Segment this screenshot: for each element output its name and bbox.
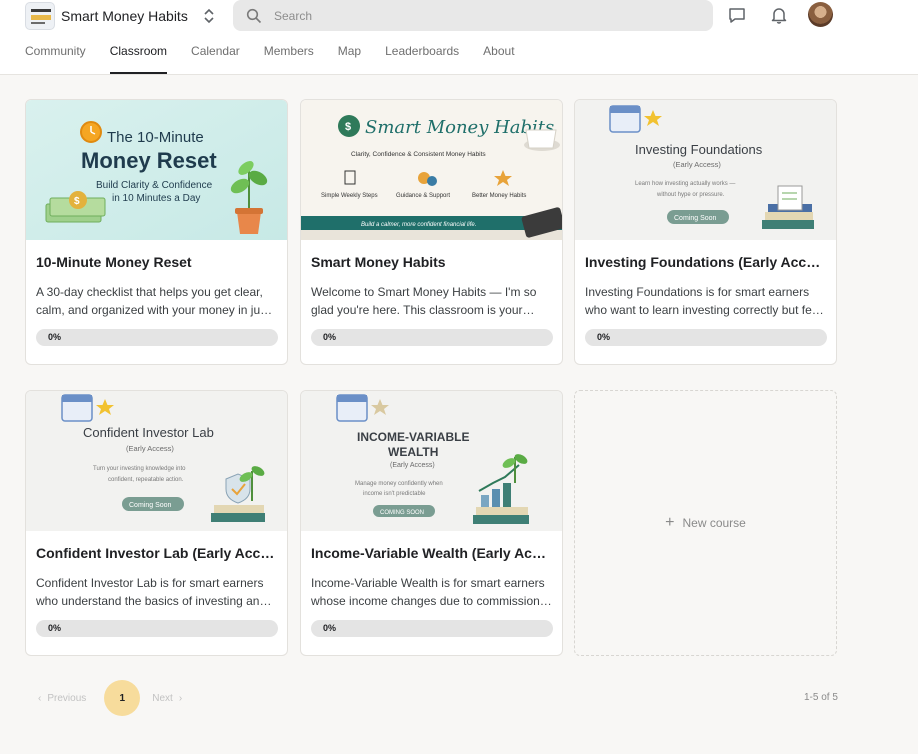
thumb-text: COMING SOON: [380, 510, 424, 516]
course-description-line: whose income changes due to commission…: [311, 594, 552, 608]
thumb-text: Simple Weekly Steps: [321, 193, 378, 199]
page-1-button[interactable]: 1: [104, 680, 141, 716]
thumb-text: income isn't predictable: [363, 491, 426, 497]
course-title[interactable]: Confident Investor Lab (Early Access): [36, 545, 278, 561]
thumb-text: Investing Foundations: [635, 142, 763, 157]
course-thumbnail: INCOME-VARIABLE WEALTH (Early Access) Ma…: [301, 391, 562, 531]
course-title[interactable]: 10-Minute Money Reset: [36, 254, 278, 270]
tab-community[interactable]: Community: [25, 44, 86, 74]
course-thumbnail: Investing Foundations (Early Access) Lea…: [575, 100, 836, 240]
thumb-text: Better Money Habits: [472, 193, 526, 199]
course-thumbnail: Confident Investor Lab (Early Access) Tu…: [26, 391, 287, 531]
thumb-text: Coming Soon: [674, 215, 717, 222]
course-title[interactable]: Investing Foundations (Early Access): [585, 254, 827, 270]
search-input[interactable]: [274, 8, 674, 23]
thumb-text: Money Reset: [81, 148, 217, 173]
community-name[interactable]: Smart Money Habits: [61, 8, 188, 24]
search-icon: [246, 8, 262, 23]
thumb-text: confident, repeatable action.: [108, 477, 184, 483]
next-label: Next: [152, 692, 173, 704]
chevron-right-icon: ›: [178, 692, 183, 704]
search-bar[interactable]: [233, 0, 713, 31]
progress-label: 0%: [48, 623, 62, 633]
course-description-line: who want to learn investing correctly bu…: [585, 303, 824, 317]
course-title[interactable]: Smart Money Habits: [311, 254, 553, 270]
course-thumbnail: The 10-Minute Money Reset Build Clarity …: [26, 100, 287, 240]
course-description-line: A 30-day checklist that helps you get cl…: [36, 285, 263, 299]
course-description: Investing Foundations is for smart earne…: [585, 283, 827, 319]
course-description-line: glad you're here. This classroom is your…: [311, 303, 535, 317]
course-description-line: Income-Variable Wealth is for smart earn…: [311, 576, 545, 590]
tab-about[interactable]: About: [483, 44, 514, 74]
progress-label: 0%: [48, 332, 62, 342]
course-card[interactable]: INCOME-VARIABLE WEALTH (Early Access) Ma…: [300, 390, 563, 656]
tab-leaderboards[interactable]: Leaderboards: [385, 44, 459, 74]
course-card[interactable]: $ Smart Money Habits Clarity, Confidence…: [300, 99, 563, 365]
new-course-button[interactable]: + New course: [574, 390, 837, 656]
thumb-text: (Early Access): [673, 160, 721, 169]
thumb-text: without hype or pressure.: [656, 192, 725, 198]
thumb-text: in 10 Minutes a Day: [112, 193, 200, 204]
thumb-text: Learn how investing actually works —: [635, 181, 735, 187]
results-count: 1-5 of 5: [804, 692, 838, 703]
thumb-text: Build a calmer, more confident financial…: [361, 222, 476, 228]
svg-text:$: $: [345, 121, 351, 133]
tab-calendar[interactable]: Calendar: [191, 44, 240, 74]
course-description-line: calm, and organized with your money in j…: [36, 303, 278, 317]
course-description-line: Investing Foundations is for smart earne…: [585, 285, 810, 299]
thumb-text: Guidance & Support: [396, 193, 450, 199]
thumb-text: Manage money confidently when: [355, 481, 443, 487]
svg-text:$: $: [74, 196, 80, 207]
progress-label: 0%: [323, 623, 337, 633]
tab-members[interactable]: Members: [264, 44, 314, 74]
previous-page-button[interactable]: ‹ Previous: [38, 693, 86, 704]
brand[interactable]: Smart Money Habits: [25, 2, 188, 30]
pagination: ‹ Previous 1 Next ›: [38, 680, 182, 716]
thumb-text: (Early Access): [390, 462, 435, 469]
progress-label: 0%: [597, 332, 611, 342]
previous-label: Previous: [47, 692, 87, 704]
chevron-updown-icon[interactable]: [201, 7, 217, 25]
thumb-text: Build Clarity & Confidence: [96, 180, 213, 191]
progress-bar: 0%: [36, 329, 278, 346]
course-description: Income-Variable Wealth is for smart earn…: [311, 574, 553, 610]
tab-classroom[interactable]: Classroom: [109, 44, 168, 74]
top-bar: Smart Money Habits Community Classroom C…: [0, 0, 918, 75]
community-logo[interactable]: [25, 2, 55, 30]
plus-icon: +: [665, 514, 675, 531]
course-card[interactable]: Confident Investor Lab (Early Access) Tu…: [25, 390, 288, 656]
course-card[interactable]: The 10-Minute Money Reset Build Clarity …: [25, 99, 288, 365]
course-description: A 30-day checklist that helps you get cl…: [36, 283, 278, 319]
course-card[interactable]: Investing Foundations (Early Access) Lea…: [574, 99, 837, 365]
thumb-text: Smart Money Habits: [365, 117, 554, 138]
thumb-text: The 10-Minute: [107, 129, 204, 146]
thumb-text: Clarity, Confidence & Consistent Money H…: [351, 151, 486, 158]
thumb-text: Confident Investor Lab: [83, 425, 214, 440]
course-thumbnail: $ Smart Money Habits Clarity, Confidence…: [301, 100, 562, 240]
tab-map[interactable]: Map: [338, 44, 361, 74]
progress-bar: 0%: [36, 620, 278, 637]
new-course-label: New course: [682, 516, 746, 530]
nav-tabs: Community Classroom Calendar Members Map…: [25, 44, 539, 74]
chat-icon[interactable]: [727, 5, 747, 25]
progress-bar: 0%: [311, 620, 553, 637]
progress-bar: 0%: [585, 329, 827, 346]
course-description: Confident Investor Lab is for smart earn…: [36, 574, 278, 610]
course-description-line: who understand the basics of investing a…: [36, 594, 278, 608]
course-description: Welcome to Smart Money Habits — I'm so g…: [311, 283, 553, 319]
thumb-text: INCOME-VARIABLE: [357, 430, 469, 444]
thumb-text: (Early Access): [126, 444, 174, 453]
chevron-left-icon: ‹: [38, 692, 42, 704]
course-title[interactable]: Income-Variable Wealth (Early Access): [311, 545, 553, 561]
progress-bar: 0%: [311, 329, 553, 346]
course-description-line: Confident Investor Lab is for smart earn…: [36, 576, 264, 590]
progress-label: 0%: [323, 332, 337, 342]
user-avatar[interactable]: [808, 2, 833, 27]
next-page-button[interactable]: Next ›: [152, 693, 182, 704]
bell-icon[interactable]: [769, 5, 789, 25]
thumb-text: Coming Soon: [129, 502, 172, 509]
thumb-text: WEALTH: [388, 445, 438, 459]
course-description-line: Welcome to Smart Money Habits — I'm so: [311, 285, 537, 299]
thumb-text: Turn your investing knowledge into: [93, 466, 186, 472]
